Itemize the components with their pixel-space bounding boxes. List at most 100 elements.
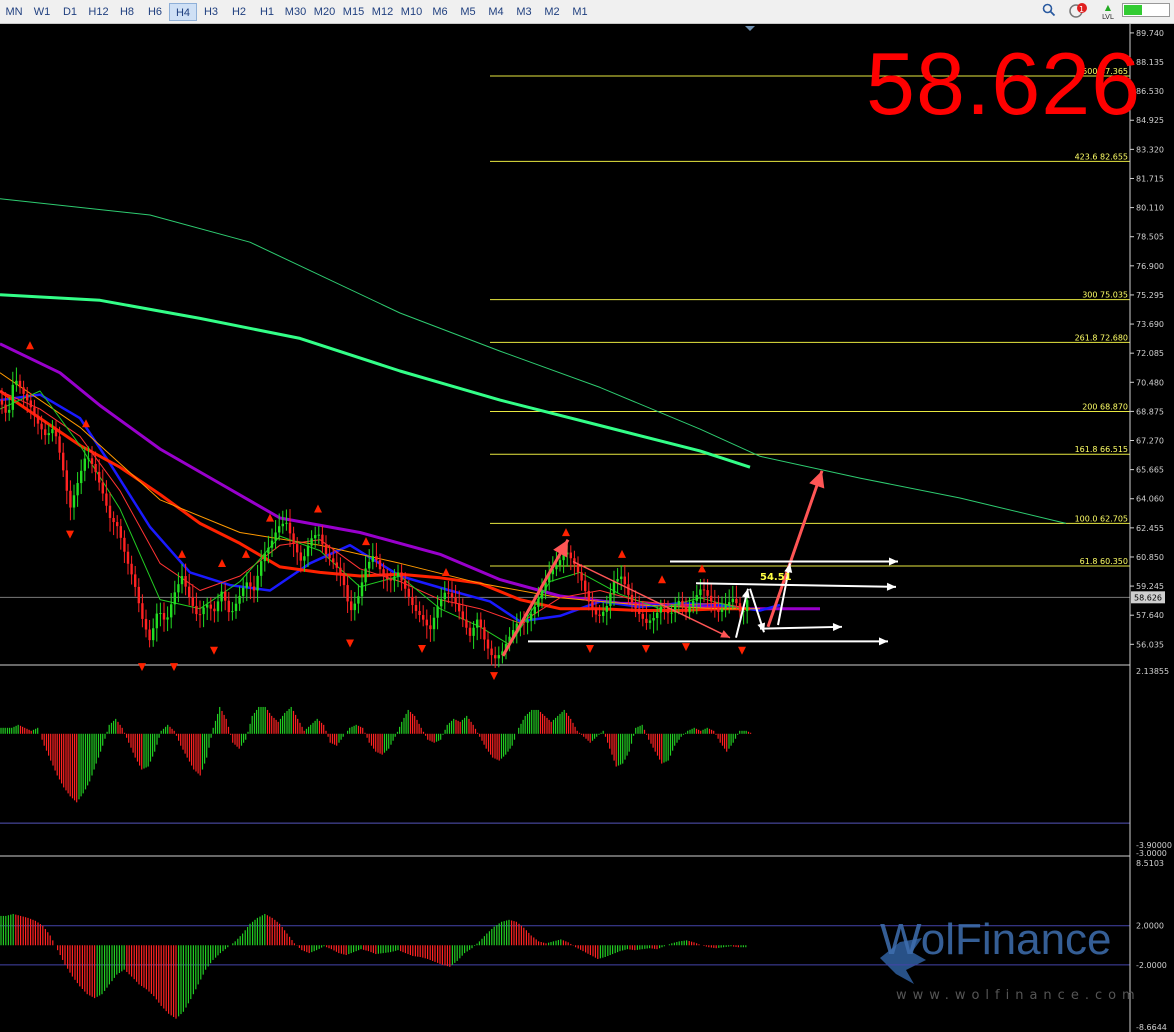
timeframe-w1[interactable]: W1 <box>28 3 56 21</box>
candle-body <box>476 619 479 628</box>
candle-body <box>584 580 587 591</box>
candle-body <box>33 407 36 416</box>
candle-body <box>8 409 11 413</box>
candle-body <box>87 458 90 460</box>
candle-body <box>537 598 540 607</box>
candle-body <box>735 598 738 604</box>
timeframe-m15[interactable]: M15 <box>339 3 368 21</box>
candle-body <box>72 495 76 508</box>
candle-body <box>310 538 313 546</box>
candle-body <box>602 611 605 616</box>
level-arrows-icon: ▲ <box>1104 3 1111 12</box>
candle-body <box>530 613 533 621</box>
candle-body <box>432 617 436 630</box>
candle-body <box>605 605 608 612</box>
candle-body <box>51 429 54 434</box>
timeframe-m30[interactable]: M30 <box>281 3 310 21</box>
candle-body <box>461 611 464 620</box>
price-tick-label: 60.850 <box>1136 553 1164 562</box>
timeframe-d1[interactable]: D1 <box>56 3 84 21</box>
timeframe-h4[interactable]: H4 <box>169 3 197 21</box>
timeframe-m4[interactable]: M4 <box>482 3 510 21</box>
candle-body <box>576 564 580 573</box>
candle-body <box>220 591 223 602</box>
candle-body <box>400 572 403 581</box>
alerts-icon[interactable]: 1 <box>1068 3 1088 21</box>
candle-body <box>533 606 536 614</box>
price-tick-label: 78.505 <box>1136 233 1164 242</box>
oscillator-tick-label: -8.6644 <box>1136 1023 1167 1032</box>
timeframe-h3[interactable]: H3 <box>197 3 225 21</box>
candle-body <box>252 586 256 591</box>
timeframe-m12[interactable]: M12 <box>368 3 397 21</box>
candle-body <box>213 608 216 612</box>
candle-body <box>389 578 392 581</box>
candle-body <box>396 572 400 577</box>
candle-body <box>677 600 680 606</box>
candle-body <box>227 600 230 613</box>
timeframe-m1[interactable]: M1 <box>566 3 594 21</box>
timeframe-m3[interactable]: M3 <box>510 3 538 21</box>
candle-body <box>335 562 338 568</box>
candle-body <box>260 561 263 576</box>
price-tick-label: 76.900 <box>1136 262 1164 271</box>
fib-level-label: 200 68.870 <box>1082 402 1128 411</box>
candle-body <box>238 595 241 604</box>
candle-body <box>134 574 137 587</box>
candle-body <box>746 600 749 612</box>
candle-body <box>281 523 284 527</box>
candle-body <box>47 433 50 436</box>
brand-watermark: WolFinance <box>880 915 1112 964</box>
candle-body <box>321 534 324 545</box>
candle-body <box>587 590 590 602</box>
candle-body <box>263 553 266 562</box>
candle-body <box>195 605 198 615</box>
candle-body <box>656 612 659 619</box>
timeframe-h12[interactable]: H12 <box>84 3 113 21</box>
timeframe-m6[interactable]: M6 <box>426 3 454 21</box>
price-tick-label: 81.715 <box>1136 174 1164 183</box>
candle-body <box>98 471 101 483</box>
candle-body <box>695 595 698 601</box>
candle-body <box>22 387 25 394</box>
candle-body <box>483 627 486 640</box>
candle-body <box>616 579 619 582</box>
candle-body <box>623 576 626 585</box>
price-tick-label: 73.690 <box>1136 320 1164 329</box>
price-tick-label: 65.665 <box>1136 466 1164 475</box>
timeframe-m2[interactable]: M2 <box>538 3 566 21</box>
search-icon[interactable] <box>1042 3 1056 21</box>
candle-body <box>191 597 194 606</box>
price-tick-label: 75.295 <box>1136 291 1164 300</box>
candle-body <box>80 470 83 484</box>
candle-body <box>386 575 389 579</box>
candle-body <box>558 560 562 566</box>
candle-body <box>130 563 133 575</box>
timeframe-h2[interactable]: H2 <box>225 3 253 21</box>
candle-body <box>270 540 274 548</box>
timeframe-mn[interactable]: MN <box>0 3 28 21</box>
candle-body <box>472 627 475 636</box>
candle-body <box>425 619 428 626</box>
oscillator-tick-label: 2.0000 <box>1136 922 1164 931</box>
candle-body <box>123 537 126 552</box>
candle-body <box>206 604 209 608</box>
candle-body <box>296 544 299 553</box>
timeframe-h1[interactable]: H1 <box>253 3 281 21</box>
candle-body <box>15 380 18 385</box>
candle-body <box>62 452 65 471</box>
candle-body <box>245 582 248 588</box>
candle-body <box>242 587 245 596</box>
candle-body <box>188 586 191 598</box>
candle-body <box>18 380 22 388</box>
oscillator-tick-label: -2.0000 <box>1136 961 1167 970</box>
timeframe-m10[interactable]: M10 <box>397 3 426 21</box>
candle-body <box>342 573 346 586</box>
candle-body <box>450 593 454 598</box>
candle-body <box>634 602 637 609</box>
timeframe-m20[interactable]: M20 <box>310 3 339 21</box>
timeframe-m5[interactable]: M5 <box>454 3 482 21</box>
timeframe-h6[interactable]: H6 <box>141 3 169 21</box>
fib-level-label: 100.0 62.705 <box>1075 514 1128 523</box>
timeframe-h8[interactable]: H8 <box>113 3 141 21</box>
